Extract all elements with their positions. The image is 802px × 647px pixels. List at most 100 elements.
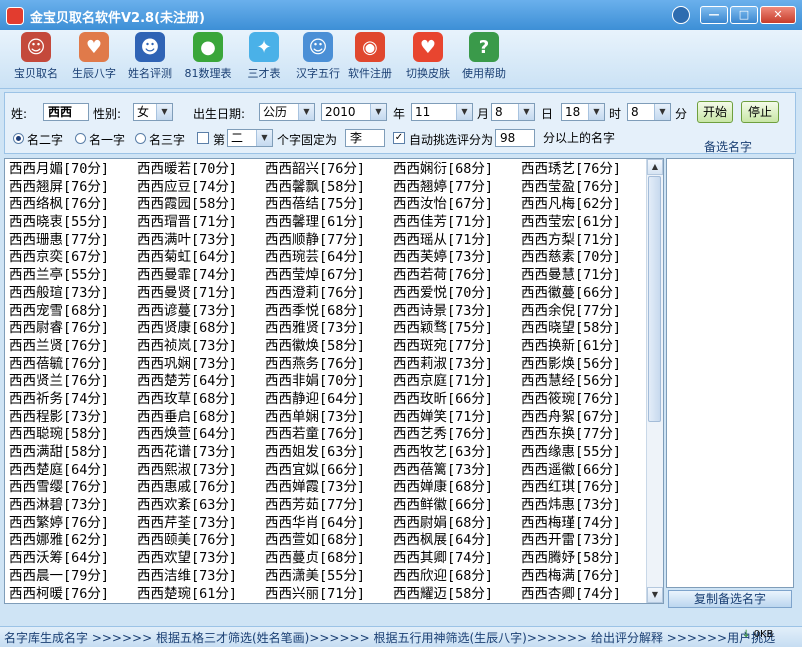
name-cell[interactable]: 西西络枫[76分]: [9, 196, 137, 214]
scroll-down-icon[interactable]: ▼: [647, 587, 663, 603]
name-cell[interactable]: 西西满晋[55分]: [265, 603, 393, 604]
name-cell[interactable]: 西西燕务[76分]: [265, 356, 393, 374]
name-cell[interactable]: 西西莉淑[73分]: [393, 356, 521, 374]
name-cell[interactable]: 西西开雷[73分]: [521, 532, 649, 550]
name-cell[interactable]: 西西曼慧[71分]: [521, 267, 649, 285]
name-cell[interactable]: 西西楚芳[64分]: [137, 373, 265, 391]
name-cell[interactable]: 西西晓衷[55分]: [9, 214, 137, 232]
minute-select[interactable]: 8 ▼: [627, 103, 671, 121]
name-cell[interactable]: 西西蓓毓[76分]: [9, 356, 137, 374]
name-cell[interactable]: 西西聪琬[58分]: [9, 426, 137, 444]
stop-button[interactable]: 停止: [741, 101, 779, 123]
maximize-button[interactable]: □: [730, 6, 758, 24]
radio-two-char[interactable]: [13, 133, 24, 144]
name-cell[interactable]: 西西舟絮[67分]: [521, 409, 649, 427]
name-cell[interactable]: 西西婵霞[73分]: [265, 479, 393, 497]
name-cell[interactable]: 西西翘屏[76分]: [9, 179, 137, 197]
name-cell[interactable]: 西西京庭[71分]: [393, 373, 521, 391]
name-cell[interactable]: 西西梅瑾[74分]: [521, 515, 649, 533]
name-cell[interactable]: 西西沃筹[64分]: [9, 550, 137, 568]
name-cell[interactable]: 西西娴衍[68分]: [393, 161, 521, 179]
name-cell[interactable]: 西西凡梅[62分]: [521, 196, 649, 214]
name-cell[interactable]: 西西玫昕[66分]: [393, 391, 521, 409]
scroll-up-icon[interactable]: ▲: [647, 159, 663, 175]
name-cell[interactable]: 西西佳芳[71分]: [393, 214, 521, 232]
name-cell[interactable]: 西西枫展[64分]: [393, 532, 521, 550]
toolbar-button-1[interactable]: ☺ 宝贝取名: [6, 32, 66, 81]
fixed-position-select[interactable]: 二 ▼: [227, 129, 273, 147]
name-cell[interactable]: 西西飘淑[61分]: [137, 603, 265, 604]
name-list-scrollbar[interactable]: ▲ ▼: [646, 159, 663, 603]
name-cell[interactable]: 西西单娴[73分]: [265, 409, 393, 427]
name-cell[interactable]: 西西非娟[70分]: [265, 373, 393, 391]
name-cell[interactable]: 西西柯暖[76分]: [9, 586, 137, 604]
toolbar-button-7[interactable]: ◉ 软件注册: [340, 32, 400, 81]
year-select[interactable]: 2010 ▼: [321, 103, 387, 121]
name-cell[interactable]: 西西蔓贞[68分]: [265, 550, 393, 568]
name-cell[interactable]: 西西颐美[76分]: [137, 532, 265, 550]
name-cell[interactable]: 西西静迎[64分]: [265, 391, 393, 409]
score-input[interactable]: 98: [495, 129, 535, 147]
name-cell[interactable]: 西西晨一[79分]: [9, 568, 137, 586]
name-cell[interactable]: 西西耀迈[58分]: [393, 586, 521, 604]
name-cell[interactable]: 西西鲜徽[66分]: [393, 497, 521, 515]
auto-pick-checkbox[interactable]: ✓: [393, 132, 405, 144]
name-cell[interactable]: 西西琇艺[76分]: [521, 161, 649, 179]
name-cell[interactable]: 西西炜惠[73分]: [521, 497, 649, 515]
toolbar-button-4[interactable]: ● 81数理表: [178, 32, 238, 81]
calendar-select[interactable]: 公历 ▼: [259, 103, 315, 121]
name-cell[interactable]: 西西淋碧[73分]: [9, 497, 137, 515]
toolbar-button-8[interactable]: ♥ 切换皮肤: [398, 32, 458, 81]
surname-input[interactable]: 西西: [43, 103, 89, 121]
name-cell[interactable]: 西西潇美[55分]: [265, 568, 393, 586]
name-cell[interactable]: 西西余倪[77分]: [521, 303, 649, 321]
name-cell[interactable]: 西西曼霏[74分]: [137, 267, 265, 285]
name-cell[interactable]: 西西徽焕[58分]: [265, 338, 393, 356]
hour-select[interactable]: 18 ▼: [561, 103, 605, 121]
name-cell[interactable]: 西西偌夏[64分]: [393, 603, 521, 604]
name-cell[interactable]: 西西红琪[76分]: [521, 479, 649, 497]
name-cell[interactable]: 西西祯岚[73分]: [137, 338, 265, 356]
name-cell[interactable]: 西西慧经[56分]: [521, 373, 649, 391]
toolbar-button-9[interactable]: ? 使用帮助: [454, 32, 514, 81]
name-cell[interactable]: 西西爱悦[70分]: [393, 285, 521, 303]
name-cell[interactable]: 西西满甜[58分]: [9, 444, 137, 462]
name-cell[interactable]: 西西其卿[74分]: [393, 550, 521, 568]
toolbar-button-5[interactable]: ✦ 三才表: [234, 32, 294, 81]
name-cell[interactable]: 西西莹宏[61分]: [521, 214, 649, 232]
name-cell[interactable]: 西西腾妤[58分]: [521, 550, 649, 568]
name-cell[interactable]: 西西欣迎[68分]: [393, 568, 521, 586]
name-cell[interactable]: 西西若童[76分]: [265, 426, 393, 444]
name-cell[interactable]: 西西斑宛[77分]: [393, 338, 521, 356]
name-cell[interactable]: 西西杏卿[74分]: [521, 586, 649, 604]
scroll-thumb[interactable]: [648, 176, 661, 422]
name-cell[interactable]: 西西雪缨[76分]: [9, 479, 137, 497]
fixed-char-checkbox[interactable]: [197, 132, 209, 144]
radio-three-char[interactable]: [135, 133, 146, 144]
name-cell[interactable]: 西西梅满[76分]: [521, 568, 649, 586]
start-button[interactable]: 开始: [697, 101, 733, 123]
name-cell[interactable]: 西西蓓结[75分]: [265, 196, 393, 214]
name-cell[interactable]: 西西贤康[68分]: [137, 320, 265, 338]
backup-names-list[interactable]: [666, 158, 794, 588]
minimize-button[interactable]: —: [700, 6, 728, 24]
name-cell[interactable]: 西西艺秀[76分]: [393, 426, 521, 444]
name-cell[interactable]: 西西兴丽[71分]: [265, 586, 393, 604]
name-cell[interactable]: 西西雅贤[73分]: [265, 320, 393, 338]
name-cell[interactable]: 西西琬芸[64分]: [265, 249, 393, 267]
name-cell[interactable]: 西西满叶[73分]: [137, 232, 265, 250]
toolbar-button-6[interactable]: ☺ 汉字五行: [288, 32, 348, 81]
name-cell[interactable]: 西西婵康[68分]: [393, 479, 521, 497]
name-cell[interactable]: 西西霞园[58分]: [137, 196, 265, 214]
name-cell[interactable]: 西西祈务[74分]: [9, 391, 137, 409]
name-cell[interactable]: 西西楚庭[64分]: [9, 462, 137, 480]
name-cell[interactable]: 西西垂启[68分]: [137, 409, 265, 427]
name-cell[interactable]: 西西芳茹[77分]: [265, 497, 393, 515]
name-cell[interactable]: 西西尉娟[68分]: [393, 515, 521, 533]
name-cell[interactable]: 西西澜燕[71分]: [521, 603, 649, 604]
name-cell[interactable]: 西西楚琬[61分]: [137, 586, 265, 604]
toolbar-button-3[interactable]: ☻ 姓名评测: [120, 32, 180, 81]
name-cell[interactable]: 西西韶兴[76分]: [265, 161, 393, 179]
name-list[interactable]: 西西月媚[70分] 西西暖若[70分] 西西韶兴[76分] 西西娴衍[68分] 西西琇艺…: [4, 158, 664, 604]
name-cell[interactable]: 西西诗景[73分]: [393, 303, 521, 321]
